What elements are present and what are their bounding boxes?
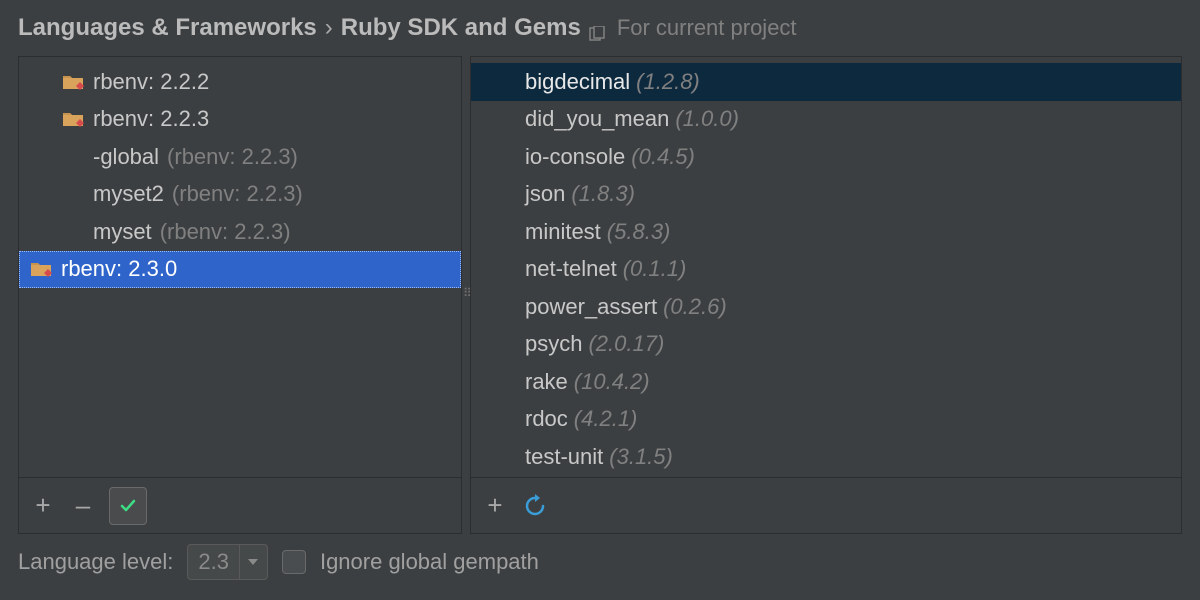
gem-name: bigdecimal (525, 69, 630, 95)
gem-row[interactable]: rake (10.4.2) (471, 363, 1181, 401)
sdk-row[interactable]: myset2 (rbenv: 2.2.3) (19, 176, 461, 214)
folder-icon (31, 260, 53, 278)
breadcrumb-parent[interactable]: Languages & Frameworks (18, 14, 317, 42)
gem-row[interactable]: net-telnet (0.1.1) (471, 251, 1181, 289)
sdk-list[interactable]: rbenv: 2.2.2 rbenv: 2.2.3 -global (rbenv: … (19, 57, 461, 477)
gem-row[interactable]: did_you_mean (1.0.0) (471, 101, 1181, 139)
language-level-select[interactable]: 2.3 (187, 544, 268, 580)
add-gem-button[interactable]: + (481, 492, 509, 520)
gem-name: json (525, 181, 565, 207)
gem-version: (0.4.5) (631, 144, 695, 170)
gem-name: minitest (525, 219, 601, 245)
gem-name: power_assert (525, 294, 657, 320)
breadcrumb: Languages & Frameworks › Ruby SDK and Ge… (0, 0, 1200, 56)
gem-list-panel: bigdecimal (1.2.8)did_you_mean (1.0.0)io… (470, 56, 1182, 534)
gem-row[interactable]: power_assert (0.2.6) (471, 288, 1181, 326)
sdk-row[interactable]: rbenv: 2.2.3 (19, 101, 461, 139)
sdk-label: myset (93, 219, 152, 245)
sdk-secondary: (rbenv: 2.2.3) (172, 181, 303, 207)
sdk-row[interactable]: -global (rbenv: 2.2.3) (19, 138, 461, 176)
gem-version: (0.2.6) (663, 294, 727, 320)
sdk-secondary: (rbenv: 2.2.3) (167, 144, 298, 170)
sdk-secondary: (rbenv: 2.2.3) (160, 219, 291, 245)
gem-version: (1.8.3) (571, 181, 635, 207)
gem-version: (2.0.17) (588, 331, 664, 357)
gem-version: (1.0.0) (675, 106, 739, 132)
gem-name: net-telnet (525, 256, 617, 282)
scope-label: For current project (617, 15, 797, 41)
apply-sdk-button[interactable] (109, 487, 147, 525)
folder-icon (63, 73, 85, 91)
gem-version: (1.2.8) (636, 69, 700, 95)
sdk-row[interactable]: myset (rbenv: 2.2.3) (19, 213, 461, 251)
gem-list[interactable]: bigdecimal (1.2.8)did_you_mean (1.0.0)io… (471, 57, 1181, 477)
ignore-gempath-label[interactable]: Ignore global gempath (320, 549, 539, 575)
gem-row[interactable]: json (1.8.3) (471, 176, 1181, 214)
gem-name: io-console (525, 144, 625, 170)
sdk-toolbar: + – (19, 477, 461, 533)
sdk-label: myset2 (93, 181, 164, 207)
sdk-label: rbenv: 2.3.0 (61, 256, 177, 282)
gem-version: (4.2.1) (574, 406, 638, 432)
sdk-label: rbenv: 2.2.3 (93, 106, 209, 132)
folder-icon (63, 110, 85, 128)
remove-sdk-button[interactable]: – (69, 492, 97, 520)
refresh-gems-button[interactable] (521, 492, 549, 520)
sdk-row[interactable]: rbenv: 2.3.0 (19, 251, 461, 289)
gem-version: (0.1.1) (623, 256, 687, 282)
footer-bar: Language level: 2.3 Ignore global gempat… (0, 534, 1200, 590)
gem-name: test-unit (525, 444, 603, 470)
add-sdk-button[interactable]: + (29, 492, 57, 520)
gem-row[interactable]: rdoc (4.2.1) (471, 401, 1181, 439)
panel-splitter[interactable]: ⠿ (463, 286, 470, 300)
sdk-row[interactable]: rbenv: 2.2.2 (19, 63, 461, 101)
gem-name: did_you_mean (525, 106, 669, 132)
chevron-down-icon (239, 545, 267, 579)
ignore-gempath-checkbox[interactable] (282, 550, 306, 574)
sdk-list-panel: rbenv: 2.2.2 rbenv: 2.2.3 -global (rbenv: … (18, 56, 462, 534)
project-scope-icon (589, 21, 605, 37)
gem-name: rdoc (525, 406, 568, 432)
gem-name: psych (525, 331, 582, 357)
language-level-value: 2.3 (188, 549, 239, 575)
breadcrumb-separator: › (325, 14, 333, 42)
gem-version: (5.8.3) (607, 219, 671, 245)
gem-row[interactable]: test-unit (3.1.5) (471, 438, 1181, 476)
sdk-label: -global (93, 144, 159, 170)
page-title: Ruby SDK and Gems (341, 14, 581, 42)
language-level-label: Language level: (18, 549, 173, 575)
sdk-label: rbenv: 2.2.2 (93, 69, 209, 95)
gem-version: (10.4.2) (574, 369, 650, 395)
gem-row[interactable]: bigdecimal (1.2.8) (471, 63, 1181, 101)
gem-toolbar: + (471, 477, 1181, 533)
gem-row[interactable]: minitest (5.8.3) (471, 213, 1181, 251)
gem-name: rake (525, 369, 568, 395)
gem-row[interactable]: psych (2.0.17) (471, 326, 1181, 364)
gem-version: (3.1.5) (609, 444, 673, 470)
check-icon (19, 256, 21, 282)
gem-row[interactable]: io-console (0.4.5) (471, 138, 1181, 176)
